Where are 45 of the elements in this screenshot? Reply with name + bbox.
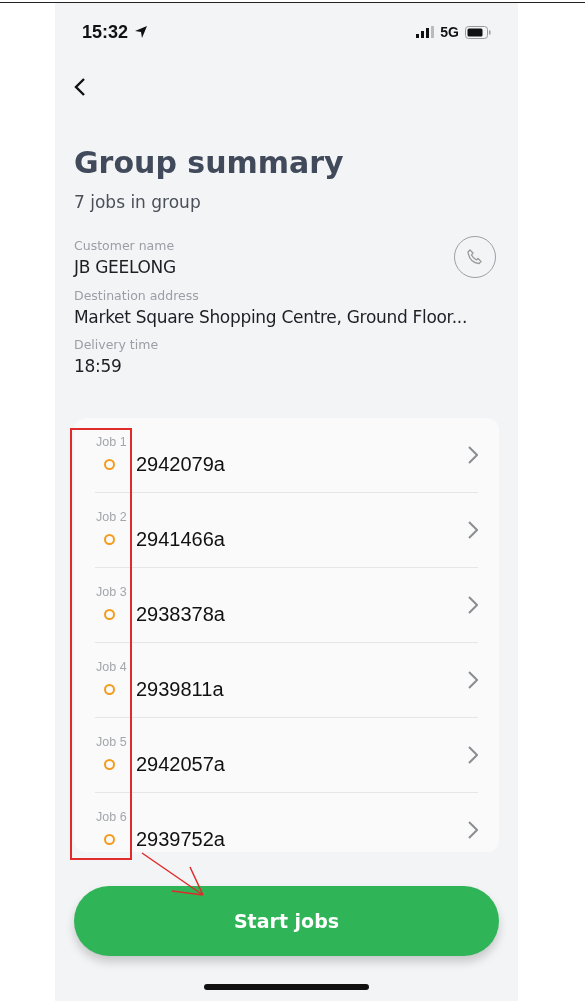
job-number: 2938378a — [136, 602, 225, 626]
job-label: Job 3 — [96, 584, 128, 599]
status-ring-icon — [104, 608, 115, 620]
status-time: 15:32 — [82, 21, 129, 43]
status-ring-icon — [104, 683, 115, 695]
field-value: Market Square Shopping Centre, Ground Floor... — [74, 307, 468, 327]
field-label: Customer name — [74, 237, 176, 253]
job-number: 2942079a — [136, 452, 225, 476]
field-value: 18:59 — [74, 356, 123, 376]
job-label: Job 4 — [96, 659, 128, 674]
job-row[interactable]: Job 1 2942079a — [95, 418, 478, 493]
page-title: Group summary — [74, 145, 345, 180]
job-row[interactable]: Job 6 2939752a — [95, 793, 478, 852]
job-row[interactable]: Job 2 2941466a — [95, 493, 478, 568]
chevron-right-icon — [468, 596, 478, 614]
job-label: Job 5 — [96, 734, 128, 749]
job-row[interactable]: Job 5 2942057a — [95, 718, 478, 793]
field-label: Delivery time — [74, 337, 159, 352]
field-value: JB GEELONG — [74, 256, 176, 277]
status-ring-icon — [104, 458, 115, 470]
job-label: Job 1 — [96, 434, 128, 449]
battery-icon — [465, 25, 491, 39]
location-arrow-icon — [134, 25, 149, 39]
job-number: 2939752a — [136, 827, 225, 851]
phone-icon — [466, 248, 484, 266]
status-ring-icon — [104, 758, 115, 770]
field-label: Destination address — [74, 288, 200, 303]
job-row[interactable]: Job 3 2938378a — [95, 568, 478, 643]
job-number: 2941466a — [136, 527, 225, 551]
job-number: 2939811a — [136, 677, 224, 701]
chevron-right-icon — [468, 521, 478, 539]
job-row[interactable]: Job 4 2939811a — [95, 643, 478, 718]
status-ring-icon — [104, 833, 115, 845]
job-number: 2942057a — [136, 752, 225, 776]
status-ring-icon — [104, 533, 115, 545]
annotation-arrow — [141, 852, 204, 896]
job-count: 7 jobs in group — [74, 192, 202, 212]
job-label: Job 6 — [96, 809, 128, 824]
signal-icon — [416, 26, 435, 38]
network-label: 5G — [440, 24, 459, 40]
chevron-right-icon — [468, 746, 478, 764]
chevron-right-icon — [468, 446, 478, 464]
chevron-right-icon — [468, 821, 478, 839]
chevron-right-icon — [468, 671, 478, 689]
job-label: Job 2 — [96, 509, 128, 524]
